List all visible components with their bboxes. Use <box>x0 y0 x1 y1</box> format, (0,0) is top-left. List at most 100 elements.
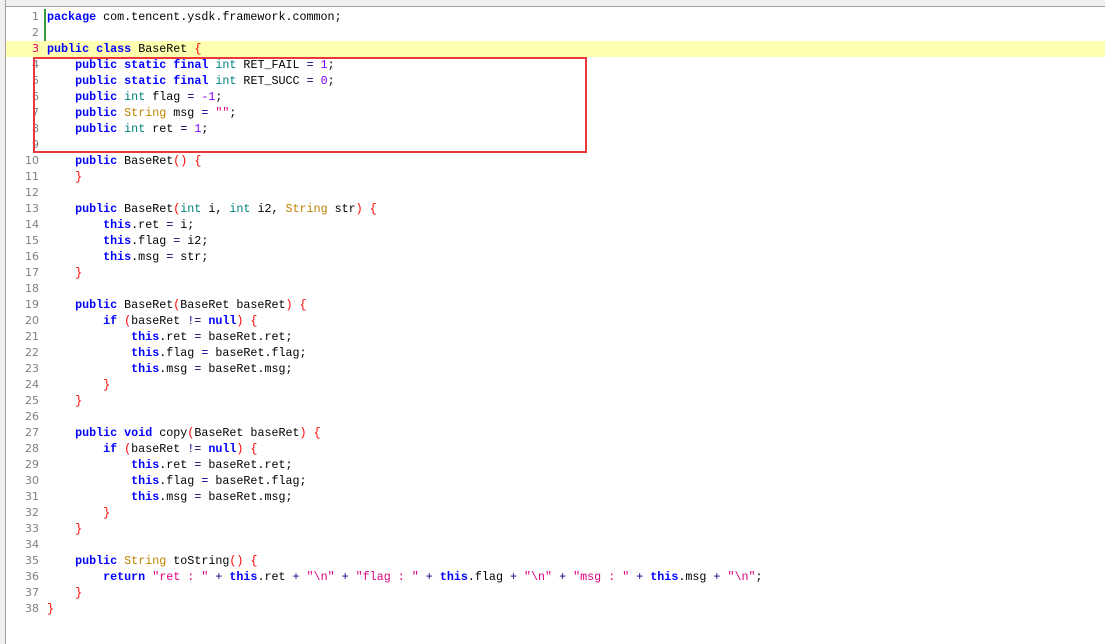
code-line[interactable]: 2 <box>6 25 1105 41</box>
code-line[interactable]: 34 <box>6 537 1105 553</box>
line-number[interactable]: 35 <box>6 553 39 569</box>
code-line[interactable]: 35 public String toString() { <box>6 553 1105 569</box>
keyword-token: public <box>75 554 118 568</box>
line-code: public BaseRet() { <box>47 153 201 169</box>
code-line[interactable]: 19 public BaseRet(BaseRet baseRet) { <box>6 297 1105 313</box>
code-line[interactable]: 12 <box>6 185 1105 201</box>
line-number[interactable]: 19 <box>6 297 39 313</box>
line-code: } <box>47 377 110 393</box>
operator-token: + <box>341 570 349 584</box>
line-number[interactable]: 13 <box>6 201 39 217</box>
keyword-token: public <box>75 298 118 312</box>
keyword-token: return <box>103 570 146 584</box>
string-literal-token: "\n" <box>524 570 553 584</box>
line-number[interactable]: 34 <box>6 537 39 553</box>
line-number[interactable]: 29 <box>6 457 39 473</box>
line-number[interactable]: 2 <box>6 25 39 41</box>
line-number[interactable]: 15 <box>6 233 39 249</box>
code-line[interactable]: 37 } <box>6 585 1105 601</box>
code-text-token: .flag <box>467 570 510 584</box>
code-text-token: BaseRet <box>117 154 174 168</box>
code-line[interactable]: 18 <box>6 281 1105 297</box>
code-line[interactable]: 1 package com.tencent.ysdk.framework.comm… <box>6 9 1105 25</box>
code-line[interactable]: 23 this.msg = baseRet.msg; <box>6 361 1105 377</box>
code-line[interactable]: 13 public BaseRet(int i, int i2, String … <box>6 201 1105 217</box>
code-text-token: .msg <box>159 490 195 504</box>
code-line[interactable]: 32 } <box>6 505 1105 521</box>
keyword-token: if <box>103 442 118 456</box>
line-number[interactable]: 38 <box>6 601 39 617</box>
code-text-token: baseRet.msg; <box>201 362 293 376</box>
brace-token: } <box>75 266 83 280</box>
code-line[interactable]: 27 public void copy(BaseRet baseRet) { <box>6 425 1105 441</box>
line-number[interactable]: 14 <box>6 217 39 233</box>
keyword-token: public <box>75 202 118 216</box>
line-number[interactable]: 32 <box>6 505 39 521</box>
code-line[interactable]: 38} <box>6 601 1105 617</box>
code-line[interactable]: 11 } <box>6 169 1105 185</box>
line-number[interactable]: 3 <box>6 41 39 57</box>
line-number[interactable]: 28 <box>6 441 39 457</box>
code-line[interactable]: 28 if (baseRet != null) { <box>6 441 1105 457</box>
code-text-token: i; <box>173 218 195 232</box>
line-number[interactable]: 30 <box>6 473 39 489</box>
line-number[interactable]: 10 <box>6 153 39 169</box>
type-token: int <box>229 202 251 216</box>
brace-token: { <box>194 154 202 168</box>
line-number[interactable]: 17 <box>6 265 39 281</box>
code-line[interactable]: 3 public class BaseRet { <box>6 41 1105 57</box>
line-number[interactable]: 26 <box>6 409 39 425</box>
line-number[interactable]: 25 <box>6 393 39 409</box>
string-literal-token: "ret : " <box>152 570 209 584</box>
code-line[interactable]: 30 this.flag = baseRet.flag; <box>6 473 1105 489</box>
code-line[interactable]: 16 this.msg = str; <box>6 249 1105 265</box>
line-number[interactable]: 16 <box>6 249 39 265</box>
code-line[interactable]: 14 this.ret = i; <box>6 217 1105 233</box>
code-line[interactable]: 25 } <box>6 393 1105 409</box>
line-number[interactable]: 22 <box>6 345 39 361</box>
code-line[interactable]: 31 this.msg = baseRet.msg; <box>6 489 1105 505</box>
brace-token: } <box>75 522 83 536</box>
line-number[interactable]: 24 <box>6 377 39 393</box>
line-number[interactable]: 23 <box>6 361 39 377</box>
code-line[interactable]: 10 public BaseRet() { <box>6 153 1105 169</box>
line-number[interactable]: 1 <box>6 9 39 25</box>
code-line[interactable]: 26 <box>6 409 1105 425</box>
line-number[interactable]: 11 <box>6 169 39 185</box>
line-number[interactable]: 27 <box>6 425 39 441</box>
code-line[interactable]: 24 } <box>6 377 1105 393</box>
code-text-token: ; <box>755 570 763 584</box>
line-number[interactable]: 33 <box>6 521 39 537</box>
line-number[interactable]: 36 <box>6 569 39 585</box>
code-text-token: baseRet.flag; <box>208 474 307 488</box>
line-code: this.msg = baseRet.msg; <box>47 361 293 377</box>
code-line[interactable]: 15 this.flag = i2; <box>6 233 1105 249</box>
line-number[interactable]: 20 <box>6 313 39 329</box>
line-number[interactable]: 18 <box>6 281 39 297</box>
line-code: } <box>47 393 82 409</box>
line-number[interactable]: 31 <box>6 489 39 505</box>
code-line[interactable]: 29 this.ret = baseRet.ret; <box>6 457 1105 473</box>
code-line[interactable]: 17 } <box>6 265 1105 281</box>
code-text-token: .flag <box>131 234 174 248</box>
line-number[interactable]: 21 <box>6 329 39 345</box>
code-line[interactable]: 20 if (baseRet != null) { <box>6 313 1105 329</box>
keyword-token: null <box>208 314 237 328</box>
line-code: this.msg = str; <box>47 249 208 265</box>
code-line[interactable]: 33 } <box>6 521 1105 537</box>
line-number[interactable]: 37 <box>6 585 39 601</box>
brace-token: { <box>194 42 202 56</box>
code-line[interactable]: 22 this.flag = baseRet.flag; <box>6 345 1105 361</box>
line-number[interactable]: 12 <box>6 185 39 201</box>
brace-token: ) <box>299 426 307 440</box>
operator-token: != <box>187 442 202 456</box>
keyword-token: this <box>131 474 160 488</box>
code-line[interactable]: 36 return "ret : " + this.ret + "\n" + "… <box>6 569 1105 585</box>
code-line[interactable]: 21 this.ret = baseRet.ret; <box>6 329 1105 345</box>
